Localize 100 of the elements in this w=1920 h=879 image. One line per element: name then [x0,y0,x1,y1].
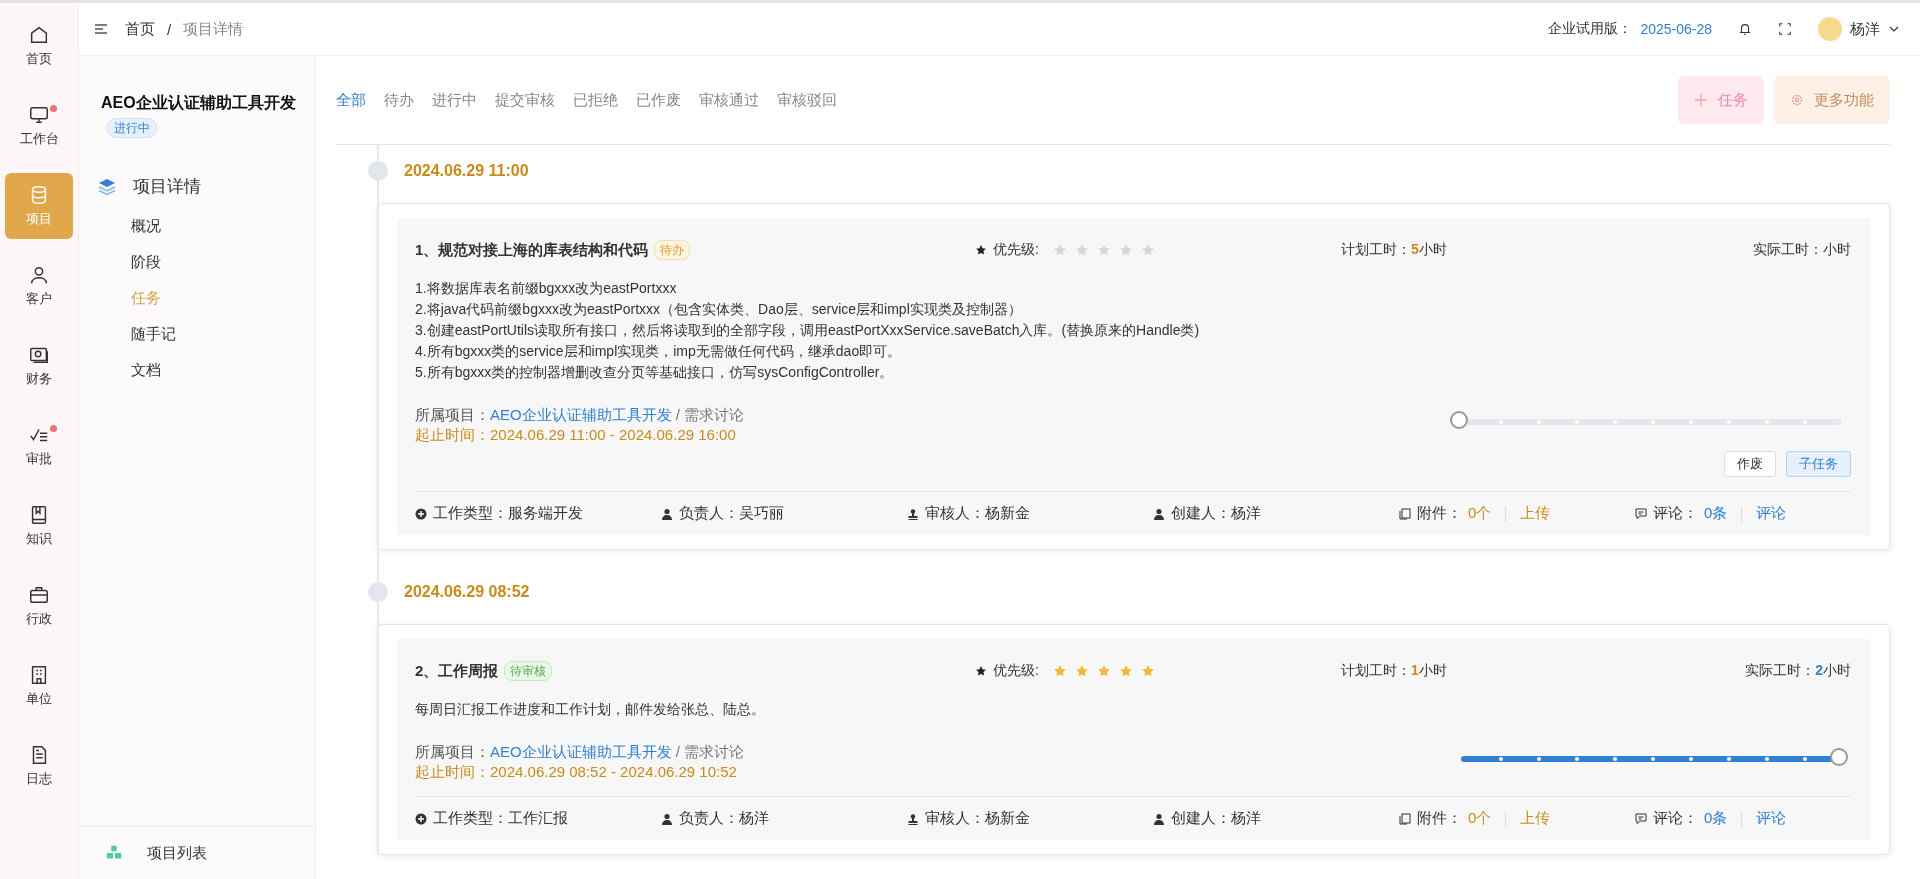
star-icon [1118,243,1133,257]
plus-icon [1694,93,1708,107]
stamp-icon [907,812,919,825]
nav-item[interactable]: 知识 [5,493,73,559]
comment-icon [1635,507,1647,520]
star-icon [1096,664,1111,678]
trial-date: 2025-06-28 [1640,21,1712,37]
plus-circle-icon [415,507,427,520]
filter-tab[interactable]: 提交审核 [495,90,555,110]
menu-icon[interactable] [93,21,109,37]
trial-label: 企业试用版： [1548,20,1633,38]
nav-item[interactable]: 客户 [5,253,73,319]
star-icon [975,665,987,677]
comment-label: 评论： [1653,504,1698,523]
task-button[interactable]: 作废 [1724,451,1776,477]
copy-icon [1399,812,1411,825]
comment-count: 0条 [1704,809,1728,828]
task-button[interactable]: 子任务 [1786,451,1851,477]
monitor-icon [28,104,50,126]
star-rating[interactable] [1052,243,1155,257]
description-line: 5.所有bgxxx类的控制器增删改查分页等基础接口，仿写sysConfigController。 [415,363,895,382]
star-icon [1052,243,1067,257]
attachment-count: 0个 [1468,504,1492,523]
briefcase-icon [28,584,50,606]
bell-icon[interactable] [1738,22,1752,36]
sidebar-item[interactable]: 文档 [79,352,315,388]
timeline-dot [368,582,388,602]
comment-count: 0条 [1704,504,1728,523]
person-icon [661,812,673,825]
status-tag: 待办 [654,240,691,260]
filter-tab[interactable]: 进行中 [432,90,477,110]
task-title[interactable]: 2、工作周报 [415,661,499,681]
attachment-label: 附件： [1417,809,1462,828]
description-line: 1.将数据库表名前缀bgxxx改为eastPortxxx [415,279,678,298]
period-value: 2024.06.29 11:00 - 2024.06.29 16:00 [490,426,736,443]
nav-item[interactable]: 单位 [5,653,73,719]
stamp-icon [907,507,919,520]
plus-circle-icon [415,812,427,825]
nav-item[interactable]: 首页 [5,13,73,79]
comment-link[interactable]: 评论 [1756,809,1787,828]
nav-item[interactable]: 工作台 [5,93,73,159]
stage-label: / 需求讨论 [674,743,745,760]
filter-tab[interactable]: 审核通过 [699,90,759,110]
comment-label: 评论： [1653,809,1698,828]
stage-label: / 需求讨论 [674,406,745,423]
star-icon [975,244,987,256]
nav-item[interactable]: 审批 [5,413,73,479]
copy-icon [1399,507,1411,520]
breadcrumb-item: 项目详情 [183,19,244,39]
timestamp: 2024.06.29 11:00 [404,162,529,180]
star-rating[interactable] [1052,664,1155,678]
task-title[interactable]: 1、规范对接上海的库表结构和代码 [415,240,649,260]
task-field: 负责人：杨洋 [679,809,769,828]
nav-item[interactable]: 日志 [5,733,73,799]
priority-label: 优先级: [993,662,1039,680]
nav-item[interactable]: 行政 [5,573,73,639]
comment-link[interactable]: 评论 [1756,504,1787,523]
breadcrumb-item[interactable]: 首页 [125,19,155,39]
star-icon [1074,243,1089,257]
layers-icon [97,176,117,197]
project-list-link[interactable]: 项目列表 [147,843,207,863]
timeline-dot [368,161,388,181]
task-field: 负责人：吴巧丽 [679,504,784,523]
timestamp: 2024.06.29 08:52 [404,583,530,601]
task-field: 工作类型：服务端开发 [433,504,583,523]
star-icon [1118,664,1133,678]
project-label: 所属项目： [415,743,490,760]
person-icon [1153,812,1165,825]
sidebar-item[interactable]: 阶段 [79,244,315,280]
period-label: 起止时间： [415,426,490,443]
filter-tab[interactable]: 已作废 [636,90,681,110]
filter-tab[interactable]: 已拒绝 [573,90,618,110]
project-link[interactable]: AEO企业认证辅助工具开发 [490,743,672,760]
sidebar-item[interactable]: 概况 [79,208,315,244]
comment-icon [1635,812,1647,825]
filter-tab[interactable]: 全部 [336,90,366,110]
status-tag: 待审核 [504,661,553,681]
sidebar-item[interactable]: 随手记 [79,316,315,352]
user-icon [28,264,50,286]
star-icon [1074,664,1089,678]
description-line: 3.创建eastPortUtils读取所有接口，然后将读取到的全部字段，调用eastPortXxxService.saveBatch入库。(替换原来的Handle类) [415,321,1201,340]
fullscreen-icon[interactable] [1778,22,1792,36]
person-icon [1153,507,1165,520]
breadcrumb-separator: / [167,20,172,38]
home-icon [28,24,50,46]
project-label: 所属项目： [415,406,490,423]
description-line: 每周日汇报工作进度和工作计划，邮件发给张总、陆总。 [415,700,766,719]
attachment-count: 0个 [1468,809,1492,828]
planned-hours: 计划工时：5小时 [1341,241,1447,257]
filter-tab[interactable]: 审核驳回 [777,90,837,110]
nav-item[interactable]: 财务 [5,333,73,399]
status-tag: 进行中 [107,117,157,138]
filter-tab[interactable]: 待办 [384,90,414,110]
attachment-label: 附件： [1417,504,1462,523]
task-field: 审核人：杨新金 [925,504,1030,523]
period-value: 2024.06.29 08:52 - 2024.06.29 10:52 [490,763,737,780]
description-line: 4.所有bgxxx类的service层和impl实现类，imp无需做任何代码，继承dao即可。 [415,342,903,361]
section-title[interactable]: 项目详情 [133,175,201,198]
user-name[interactable]: 杨洋 [1850,19,1880,39]
project-link[interactable]: AEO企业认证辅助工具开发 [490,406,672,423]
